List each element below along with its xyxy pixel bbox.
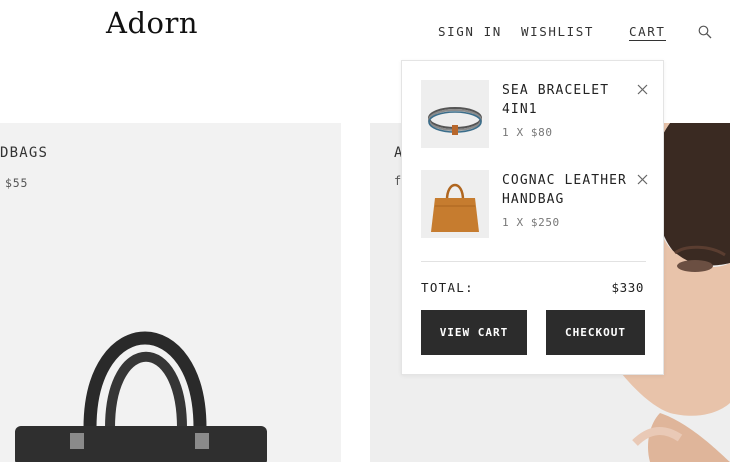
cart-item-thumbnail[interactable] <box>421 80 489 148</box>
cart-total-label: TOTAL: <box>421 280 474 295</box>
cart-item-quantity-price: 1 X $250 <box>502 216 560 229</box>
product-title[interactable]: DBAGS <box>0 145 48 161</box>
cart-divider <box>421 261 646 262</box>
bracelet-icon <box>428 107 482 135</box>
cart-total-value: $330 <box>611 280 644 295</box>
site-logo[interactable]: Adorn <box>106 6 198 40</box>
cart-item-name[interactable]: COGNAC LEATHER HANDBAG <box>502 171 627 209</box>
nav-wishlist[interactable]: WISHLIST <box>521 24 594 39</box>
cart-item-thumbnail[interactable] <box>421 170 489 238</box>
cart-item-name[interactable]: SEA BRACELET 4IN1 <box>502 81 627 119</box>
nav-cart[interactable]: CART <box>629 24 666 41</box>
nav-sign-in[interactable]: SIGN IN <box>438 24 502 39</box>
view-cart-button[interactable]: VIEW CART <box>421 310 527 355</box>
cart-item-quantity-price: 1 X $80 <box>502 126 553 139</box>
handbag-icon <box>431 183 479 232</box>
checkout-button[interactable]: CHECKOUT <box>546 310 645 355</box>
search-icon[interactable] <box>698 25 712 39</box>
product-price: $55 <box>5 176 29 190</box>
product-card-handbags[interactable]: DBAGS $55 <box>0 123 341 462</box>
black-handbag-image <box>15 331 267 462</box>
remove-item-icon[interactable] <box>637 84 648 95</box>
remove-item-icon[interactable] <box>637 174 648 185</box>
cart-dropdown: SEA BRACELET 4IN1 1 X $80 COGNAC LEATHER… <box>401 60 664 375</box>
